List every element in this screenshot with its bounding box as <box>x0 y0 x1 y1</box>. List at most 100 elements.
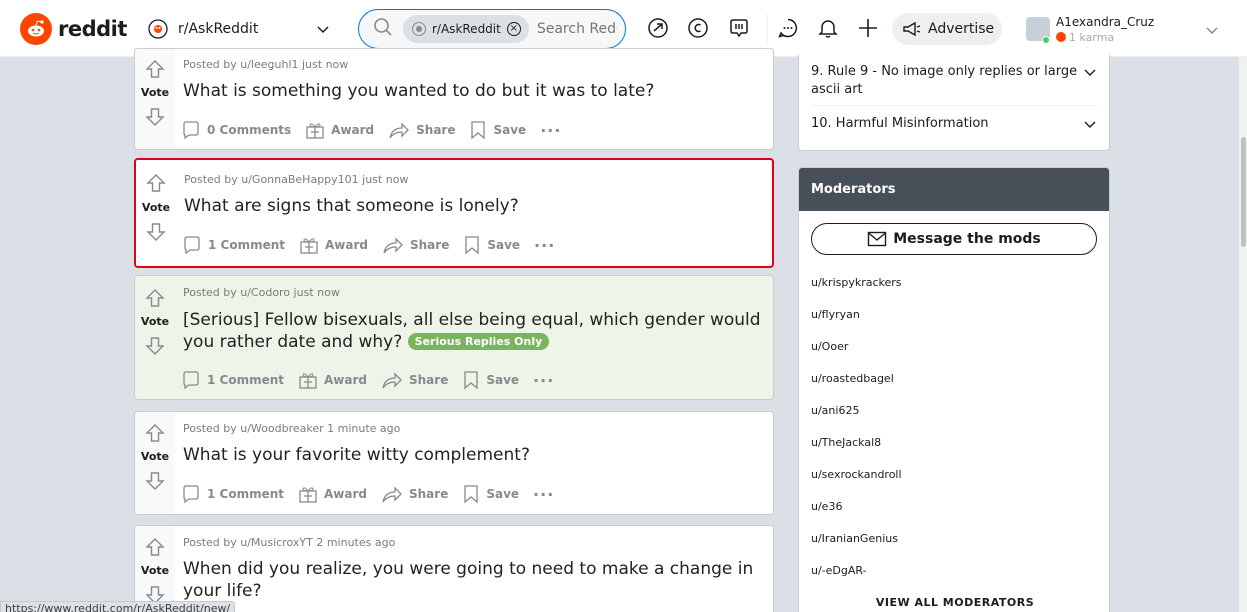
moderator-link[interactable]: u/-eDgAR- <box>811 564 867 577</box>
award-button[interactable]: Award <box>305 120 374 140</box>
post-title[interactable]: What are signs that someone is lonely? <box>184 195 762 217</box>
upvote-icon[interactable] <box>145 288 165 308</box>
popular-icon[interactable] <box>646 16 670 40</box>
post-title[interactable]: When did you realize, you were going to … <box>183 558 763 602</box>
message-mods-button[interactable]: Message the mods <box>811 223 1097 255</box>
post-meta[interactable]: Posted by u/MusicroxYT 2 minutes ago <box>183 536 395 549</box>
post-meta[interactable]: Posted by u/leeguhl1 just now <box>183 58 348 71</box>
chevron-down-icon <box>1204 22 1220 42</box>
rule-item[interactable]: 10. Harmful Misinformation <box>811 115 1097 133</box>
post-meta[interactable]: Posted by u/GonnaBeHappy101 just now <box>184 173 408 186</box>
page-scrollbar[interactable] <box>1239 57 1247 612</box>
comments-button[interactable]: 1 Comment <box>182 235 285 255</box>
share-button[interactable]: Share <box>388 120 455 140</box>
post-meta[interactable]: Posted by u/Woodbreaker 1 minute ago <box>183 422 400 435</box>
share-icon <box>389 122 410 139</box>
save-button[interactable]: Save <box>463 235 520 255</box>
award-button[interactable]: Award <box>298 484 367 504</box>
save-button[interactable]: Save <box>462 370 519 390</box>
advertise-button[interactable]: Advertise <box>892 13 1002 45</box>
comments-button[interactable]: 0 Comments <box>181 120 291 140</box>
bookmark-icon <box>464 485 478 504</box>
share-button[interactable]: Share <box>381 484 448 504</box>
award-button[interactable]: Award <box>299 235 368 255</box>
post-card[interactable]: Vote Posted by u/Woodbreaker 1 minute ag… <box>134 411 774 515</box>
downvote-icon[interactable] <box>146 222 166 242</box>
comment-icon <box>183 485 199 504</box>
avatar <box>1026 17 1050 44</box>
rpan-icon[interactable] <box>727 16 751 40</box>
upvote-icon[interactable] <box>145 537 165 557</box>
comments-button[interactable]: 1 Comment <box>181 484 284 504</box>
downvote-icon[interactable] <box>145 471 165 491</box>
moderator-link[interactable]: u/flyryan <box>811 308 860 321</box>
post-title[interactable]: [Serious] Fellow bisexuals, all else bei… <box>183 309 763 353</box>
moderator-link[interactable]: u/TheJackal8 <box>811 436 881 449</box>
logo-wordmark: reddit <box>58 17 127 41</box>
username: A1exandra_Cruz <box>1056 14 1155 29</box>
moderator-link[interactable]: u/Ooer <box>811 340 848 353</box>
rule-text: 10. Harmful Misinformation <box>811 116 989 131</box>
community-dropdown[interactable]: r/AskReddit <box>140 12 340 46</box>
more-options-icon[interactable]: ··· <box>534 236 555 255</box>
vote-count: Vote <box>140 86 170 99</box>
upvote-icon[interactable] <box>145 59 165 79</box>
megaphone-icon <box>903 21 921 37</box>
share-button[interactable]: Share <box>381 370 448 390</box>
moderator-link[interactable]: u/krispykrackers <box>811 276 902 289</box>
rule-item[interactable]: 9. Rule 9 - No image only replies or lar… <box>811 63 1097 99</box>
vote-count: Vote <box>140 450 170 463</box>
downvote-icon[interactable] <box>145 107 165 127</box>
rule-text: 9. Rule 9 - No image only replies or lar… <box>811 64 1078 97</box>
scrollbar-thumb[interactable] <box>1241 137 1246 247</box>
chat-icon[interactable] <box>776 16 800 40</box>
moderator-link[interactable]: u/e36 <box>811 500 842 513</box>
advertise-label: Advertise <box>928 21 995 37</box>
moderator-link[interactable]: u/roastedbagel <box>811 372 894 385</box>
more-options-icon[interactable]: ··· <box>533 485 554 504</box>
reddit-logo[interactable]: reddit <box>20 13 127 45</box>
coins-icon[interactable] <box>686 16 710 40</box>
save-button[interactable]: Save <box>469 120 526 140</box>
post-card-selected[interactable]: Vote Posted by u/GonnaBeHappy101 just no… <box>134 158 774 268</box>
comments-button[interactable]: 1 Comment <box>181 370 284 390</box>
post-card[interactable]: Vote Posted by u/leeguhl1 just now What … <box>134 48 774 150</box>
more-options-icon[interactable]: ··· <box>540 121 561 140</box>
moderator-link[interactable]: u/sexrockandroll <box>811 468 902 481</box>
moderators-widget: Moderators Message the mods u/krispykrac… <box>798 167 1110 612</box>
search-bar[interactable]: r/AskReddit × <box>358 9 626 49</box>
view-all-moderators-link[interactable]: VIEW ALL MODERATORS <box>799 596 1109 609</box>
upvote-icon[interactable] <box>145 423 165 443</box>
more-options-icon[interactable]: ··· <box>533 371 554 390</box>
post-card[interactable]: Vote Posted by u/MusicroxYT 2 minutes ag… <box>134 525 774 612</box>
post-actions: 1 Comment Award Share Save ··· <box>182 233 555 257</box>
search-chip-label: r/AskReddit <box>432 22 501 36</box>
downvote-icon[interactable] <box>145 336 165 356</box>
search-scope-chip[interactable]: r/AskReddit × <box>403 15 529 43</box>
search-input[interactable] <box>536 21 617 37</box>
save-button[interactable]: Save <box>462 484 519 504</box>
post-title[interactable]: What is something you wanted to do but i… <box>183 80 763 102</box>
moderator-link[interactable]: u/IranianGenius <box>811 532 898 545</box>
award-icon <box>299 487 317 503</box>
divider <box>811 105 1097 106</box>
share-button[interactable]: Share <box>382 235 449 255</box>
share-icon <box>382 372 402 389</box>
bookmark-icon <box>471 121 486 140</box>
moderators-title: Moderators <box>799 168 1109 211</box>
post-card[interactable]: Vote Posted by u/Codoro just now [Seriou… <box>134 275 774 400</box>
remove-scope-icon[interactable]: × <box>506 22 521 36</box>
vote-column: Vote <box>135 49 175 149</box>
moderator-link[interactable]: u/ani625 <box>811 404 859 417</box>
user-menu[interactable]: A1exandra_Cruz 1 karma <box>1026 10 1230 48</box>
chevron-down-icon <box>314 20 332 42</box>
create-post-icon[interactable] <box>856 16 880 40</box>
award-button[interactable]: Award <box>298 370 367 390</box>
flair-badge[interactable]: Serious Replies Only <box>407 333 550 350</box>
comment-icon <box>183 371 199 390</box>
notification-icon[interactable] <box>816 16 840 40</box>
post-meta[interactable]: Posted by u/Codoro just now <box>183 286 340 299</box>
upvote-icon[interactable] <box>146 173 166 193</box>
post-title[interactable]: What is your favorite witty complement? <box>183 444 763 466</box>
karma-count: 1 karma <box>1069 30 1115 44</box>
